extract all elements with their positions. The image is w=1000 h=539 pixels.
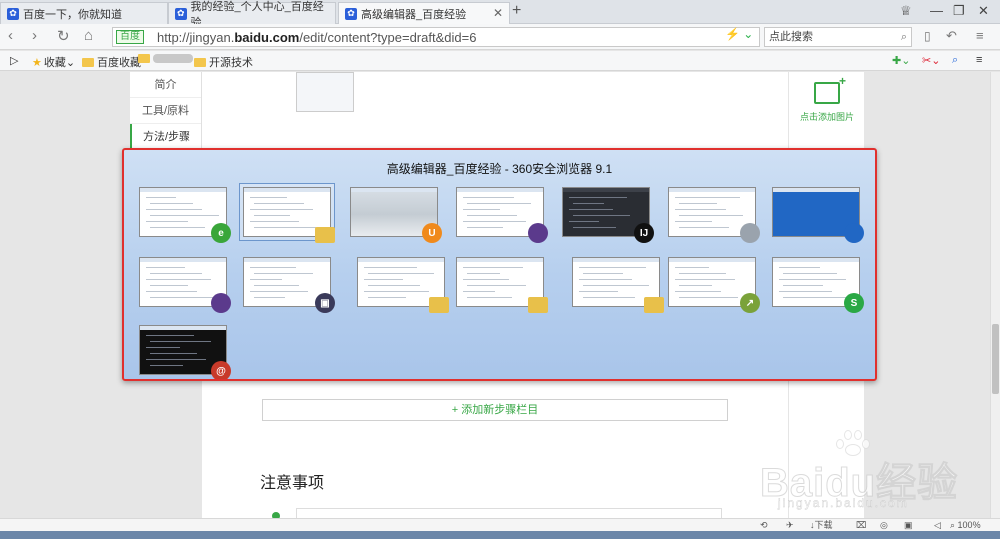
tab-my-experience[interactable]: ✿ 我的经验_个人中心_百度经验 (168, 1, 336, 29)
bookmarks-bar: ▷ ★ 收藏 ⌄ 百度收藏 开源技术 ✚⌄ ✂⌄ ⌕ ≡ (0, 51, 1000, 71)
tab-baidu-home[interactable]: ✿ 百度一下，你就知道 (0, 2, 168, 24)
bookmark-baidu-favorites[interactable]: 百度收藏 (82, 54, 141, 70)
bookmark-open-source[interactable]: 开源技术 (194, 54, 253, 70)
search-icon[interactable]: ⌕ (901, 28, 907, 46)
url-text[interactable]: http://jingyan.baidu.com/edit/content?ty… (157, 30, 476, 45)
add-image-label: 点击添加图片 (799, 112, 854, 122)
tab-label: 百度一下，你就知道 (23, 8, 122, 21)
tab-label: 高级编辑器_百度经验 (361, 8, 467, 21)
sidebar-toggle-icon[interactable]: ▷ (10, 54, 18, 67)
notes-heading: 注意事项 (260, 475, 325, 492)
protect-icon[interactable]: ⟲ (760, 519, 768, 531)
folder-icon (138, 54, 150, 63)
baidu-badge[interactable]: 百度 (116, 30, 144, 44)
uc-browser-icon: U (422, 223, 442, 243)
window-thumbnail[interactable] (354, 254, 449, 313)
window-thumbnail[interactable]: U (347, 184, 442, 243)
search-input[interactable]: 点此搜索 ⌕ (764, 27, 912, 47)
cleanup-icon[interactable]: ⌧ (856, 519, 866, 531)
star-icon: ★ (32, 56, 42, 69)
window-thumbnail[interactable] (453, 184, 548, 243)
url-field[interactable]: 百度 http://jingyan.baidu.com/edit/content… (112, 27, 760, 47)
screenshot-icon[interactable]: ✂⌄ (922, 54, 940, 67)
baidu-watermark: Baidu经验 jingyan.baidu.com (759, 430, 980, 510)
window-thumbnail[interactable]: ↗ (665, 254, 760, 313)
close-window-button[interactable]: ✕ (978, 3, 989, 19)
new-tab-button[interactable]: + (512, 2, 521, 20)
note-input[interactable] (296, 508, 722, 518)
window-switcher: 高级编辑器_百度经验 - 360安全浏览器 9.1 e U IJ ▣ ↗ S @ (122, 148, 877, 381)
minimize-button[interactable]: — (930, 3, 943, 18)
step-image-thumbnail[interactable] (296, 72, 354, 112)
window-thumbnail[interactable]: e (136, 184, 231, 243)
baidu-paw-icon: ✿ (175, 7, 187, 20)
refresh-button[interactable]: ↻ (57, 27, 70, 45)
pin-icon[interactable]: ✈ (786, 519, 794, 531)
address-bar: ‹ › ↻ ⌂ 百度 http://jingyan.baidu.com/edit… (0, 24, 1000, 50)
maximize-button[interactable]: ❐ (953, 3, 965, 19)
tab-bar: ✿ 百度一下，你就知道 ✿ 我的经验_个人中心_百度经验 ✿ 高级编辑器_百度经… (0, 0, 1000, 29)
phone-icon[interactable]: ▯ (924, 29, 931, 43)
virtualbox-icon: ▣ (315, 293, 335, 313)
bookmark-blurred[interactable] (138, 54, 193, 63)
extension-add-icon[interactable]: ✚⌄ (892, 54, 910, 67)
switcher-title: 高级编辑器_百度经验 - 360安全浏览器 9.1 (386, 162, 613, 176)
baidu-paw-icon: ✿ (345, 7, 357, 20)
baidu-paw-icon: ✿ (7, 7, 19, 20)
close-tab-icon[interactable]: ✕ (493, 6, 503, 20)
vertical-scrollbar[interactable] (990, 72, 1000, 518)
sync-icon[interactable]: ◎ (880, 519, 888, 531)
desktop-icon (844, 223, 864, 243)
back-button[interactable]: ‹ (8, 27, 13, 44)
ie-icon: e (211, 223, 231, 243)
folder-icon (315, 227, 335, 243)
folder-icon (429, 297, 449, 313)
window-thumbnail[interactable] (239, 183, 335, 243)
menu-icon[interactable]: ≡ (976, 28, 984, 43)
terminal-app-icon: @ (211, 361, 231, 379)
tab-advanced-editor[interactable]: ✿ 高级编辑器_百度经验 ✕ (338, 2, 510, 24)
sidebar-item-tools[interactable]: 工具/原料 (130, 98, 201, 124)
undo-icon[interactable]: ↶ (946, 28, 957, 44)
sidebar-item-steps[interactable]: 方法/步骤 (130, 124, 201, 150)
forward-button[interactable]: › (32, 27, 37, 44)
home-button[interactable]: ⌂ (84, 27, 93, 44)
zoom-level[interactable]: ⌕ 100% (950, 519, 981, 531)
window-thumbnail[interactable]: @ (136, 322, 231, 379)
eclipse-icon (211, 293, 231, 313)
speed-mode-icon[interactable]: ⚡ ⌄ (725, 27, 753, 41)
image-add-icon (814, 74, 846, 104)
trash-icon[interactable]: ▣ (904, 519, 913, 531)
chart-app-icon: ↗ (740, 293, 760, 313)
window-thumbnail[interactable] (136, 254, 231, 313)
window-thumbnail[interactable] (453, 254, 548, 313)
folder-icon (528, 297, 548, 313)
window-thumbnail[interactable] (665, 184, 760, 243)
skin-icon[interactable]: ♕ (900, 3, 912, 19)
add-step-button[interactable]: + 添加新步骤栏目 (262, 399, 728, 421)
folder-icon (82, 57, 94, 67)
windows-taskbar (0, 531, 1000, 539)
scrollbar-thumb[interactable] (992, 324, 999, 394)
window-thumbnail[interactable]: S (769, 254, 864, 313)
window-thumbnail[interactable]: IJ (559, 184, 654, 243)
watermark-url: jingyan.baidu.com (778, 496, 909, 510)
spreadsheet-icon: S (844, 293, 864, 313)
intellij-icon: IJ (634, 223, 654, 243)
eclipse-icon (528, 223, 548, 243)
bookmark-favorites[interactable]: ★ 收藏 ⌄ (32, 54, 75, 70)
status-bar: ⟲ ✈ ↓下载 ⌧ ◎ ▣ ◁ ⌕ 100% (0, 518, 1000, 531)
more-menu-icon[interactable]: ≡ (976, 54, 982, 66)
folder-icon (644, 297, 664, 313)
folder-icon (194, 57, 206, 67)
database-icon (740, 223, 760, 243)
add-image-button[interactable]: 点击添加图片 (799, 74, 855, 123)
window-thumbnail[interactable] (569, 254, 664, 313)
sidebar-item-intro[interactable]: 简介 (130, 72, 201, 98)
magnifier-icon[interactable]: ⌕ (952, 54, 958, 67)
mute-icon[interactable]: ◁ (934, 519, 941, 531)
window-thumbnail[interactable] (769, 184, 864, 243)
window-thumbnail[interactable]: ▣ (240, 254, 335, 313)
download-button[interactable]: ↓下载 (810, 519, 833, 531)
